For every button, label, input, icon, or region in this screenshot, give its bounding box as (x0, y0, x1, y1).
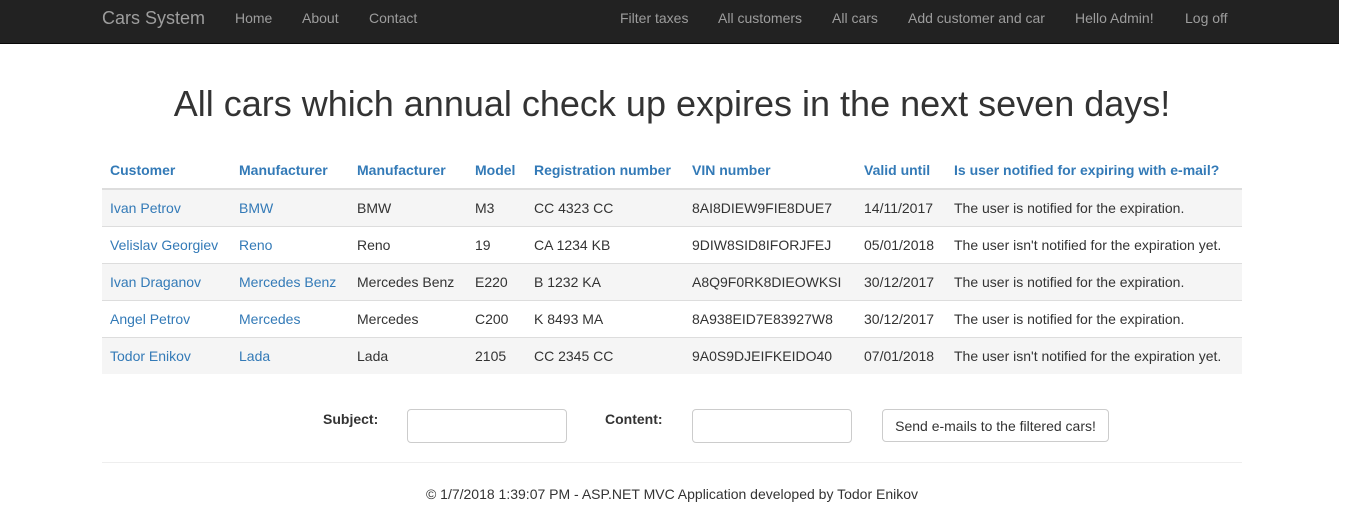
notified-cell: The user is notified for the expiration. (946, 300, 1242, 338)
subject-input[interactable] (407, 409, 567, 443)
content-label: Content: (605, 411, 663, 427)
manufacturer-cell: Mercedes (349, 300, 467, 338)
header-model[interactable]: Model (467, 152, 526, 190)
manufacturer-link[interactable]: Mercedes Benz (231, 263, 349, 301)
customer-link[interactable]: Angel Petrov (102, 300, 231, 338)
nav-filter-taxes[interactable]: Filter taxes (620, 0, 688, 36)
header-customer[interactable]: Customer (102, 152, 231, 190)
registration-cell: CC 2345 CC (526, 337, 684, 374)
notified-cell: The user is notified for the expiration. (946, 188, 1242, 227)
table-row: Velislav Georgiev Reno Reno 19 CA 1234 K… (102, 226, 1242, 264)
table-header-row: Customer Manufacturer Manufacturer Model… (102, 152, 1242, 190)
model-cell: 2105 (467, 337, 526, 374)
subject-label: Subject: (323, 411, 379, 427)
table-row: Todor Enikov Lada Lada 2105 CC 2345 CC 9… (102, 337, 1242, 374)
valid-until-cell: 30/12/2017 (856, 263, 946, 301)
vin-cell: 8AI8DIEW9FIE8DUE7 (684, 188, 856, 227)
brand-link[interactable]: Cars System (102, 0, 205, 36)
customer-link[interactable]: Todor Enikov (102, 337, 231, 374)
nav-log-off[interactable]: Log off (1185, 0, 1228, 36)
customer-link[interactable]: Velislav Georgiev (102, 226, 231, 264)
vin-cell: 9A0S9DJEIFKEIDO40 (684, 337, 856, 374)
notified-cell: The user is notified for the expiration. (946, 263, 1242, 301)
valid-until-cell: 05/01/2018 (856, 226, 946, 264)
header-notified[interactable]: Is user notified for expiring with e-mai… (946, 152, 1242, 190)
footer-text: © 1/7/2018 1:39:07 PM - ASP.NET MVC Appl… (425, 486, 919, 502)
vin-cell: A8Q9F0RK8DIEOWKSI (684, 263, 856, 301)
manufacturer-link[interactable]: Reno (231, 226, 349, 264)
nav-all-cars[interactable]: All cars (832, 0, 878, 36)
header-manufacturer-link[interactable]: Manufacturer (231, 152, 349, 190)
manufacturer-cell: Mercedes Benz (349, 263, 467, 301)
nav-all-customers[interactable]: All customers (718, 0, 802, 36)
nav-home[interactable]: Home (235, 0, 272, 36)
registration-cell: CC 4323 CC (526, 188, 684, 227)
table-row: Ivan Petrov BMW BMW M3 CC 4323 CC 8AI8DI… (102, 188, 1242, 227)
table-row: Angel Petrov Mercedes Mercedes C200 K 84… (102, 300, 1242, 338)
header-manufacturer[interactable]: Manufacturer (349, 152, 467, 190)
nav-add-customer-and-car[interactable]: Add customer and car (908, 0, 1045, 36)
footer-divider (102, 462, 1242, 463)
nav-hello-admin[interactable]: Hello Admin! (1075, 0, 1154, 36)
header-valid-until[interactable]: Valid until (856, 152, 946, 190)
manufacturer-cell: BMW (349, 188, 467, 227)
model-cell: E220 (467, 263, 526, 301)
manufacturer-link[interactable]: Mercedes (231, 300, 349, 338)
model-cell: 19 (467, 226, 526, 264)
nav-contact[interactable]: Contact (369, 0, 417, 36)
valid-until-cell: 07/01/2018 (856, 337, 946, 374)
registration-cell: CA 1234 KB (526, 226, 684, 264)
customer-link[interactable]: Ivan Draganov (102, 263, 231, 301)
valid-until-cell: 14/11/2017 (856, 188, 946, 227)
manufacturer-link[interactable]: Lada (231, 337, 349, 374)
vin-cell: 9DIW8SID8IFORJFEJ (684, 226, 856, 264)
manufacturer-cell: Reno (349, 226, 467, 264)
table-row: Ivan Draganov Mercedes Benz Mercedes Ben… (102, 263, 1242, 301)
model-cell: M3 (467, 188, 526, 227)
header-vin-number[interactable]: VIN number (684, 152, 856, 190)
cars-table: Customer Manufacturer Manufacturer Model… (102, 152, 1242, 374)
send-emails-button[interactable]: Send e-mails to the filtered cars! (882, 409, 1109, 442)
manufacturer-link[interactable]: BMW (231, 188, 349, 227)
notified-cell: The user isn't notified for the expirati… (946, 226, 1242, 264)
registration-cell: K 8493 MA (526, 300, 684, 338)
manufacturer-cell: Lada (349, 337, 467, 374)
model-cell: C200 (467, 300, 526, 338)
vin-cell: 8A938EID7E83927W8 (684, 300, 856, 338)
page-title: All cars which annual check up expires i… (173, 83, 1171, 124)
notified-cell: The user isn't notified for the expirati… (946, 337, 1242, 374)
header-registration-number[interactable]: Registration number (526, 152, 684, 190)
nav-about[interactable]: About (302, 0, 339, 36)
content-input[interactable] (692, 409, 852, 443)
top-navbar: Cars System Home About Contact Filter ta… (0, 0, 1339, 44)
customer-link[interactable]: Ivan Petrov (102, 188, 231, 227)
registration-cell: B 1232 KA (526, 263, 684, 301)
valid-until-cell: 30/12/2017 (856, 300, 946, 338)
